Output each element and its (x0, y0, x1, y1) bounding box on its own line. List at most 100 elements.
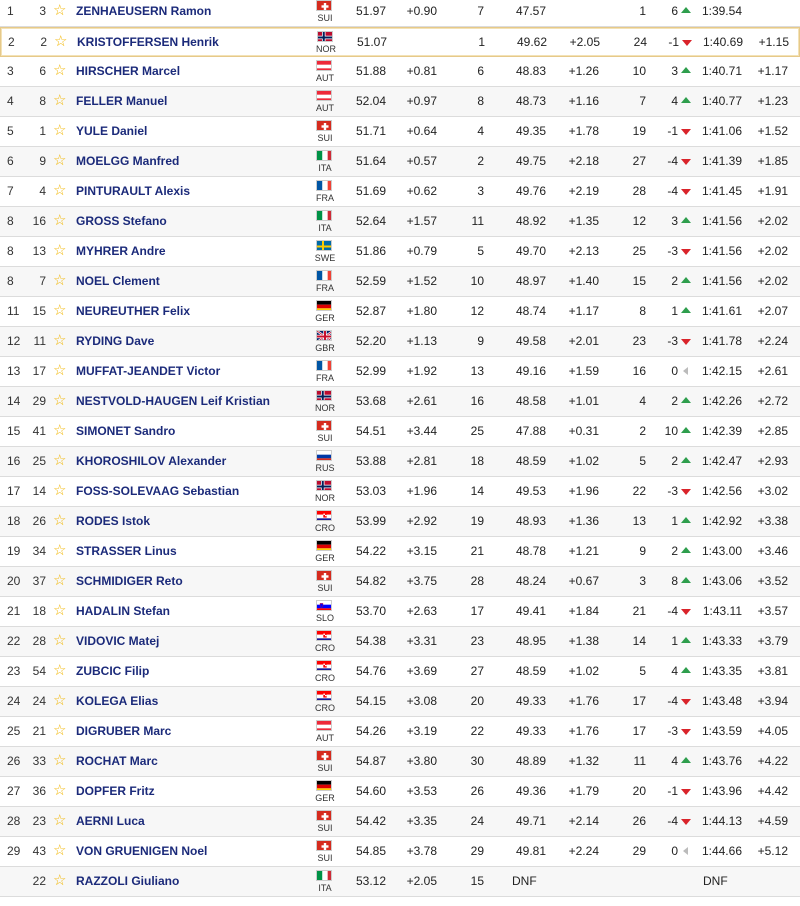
star-icon[interactable]: ☆ (53, 387, 69, 416)
star-icon[interactable]: ☆ (53, 687, 69, 716)
athlete-name-link[interactable]: VON GRUENIGEN Noel (76, 837, 207, 866)
athlete-name-link[interactable]: RYDING Dave (76, 327, 154, 356)
athlete-name-link[interactable]: VIDOVIC Matej (76, 627, 159, 656)
table-row[interactable]: 29 43 VON GRUENIGEN Noel 54.85 +3.78 29 49.81 +… (0, 837, 800, 867)
star-icon[interactable]: ☆ (53, 297, 69, 326)
star-icon[interactable]: ☆ (53, 657, 69, 686)
athlete-name-link[interactable]: PINTURAULT Alexis (76, 177, 190, 206)
table-row[interactable]: 26 33 ROCHAT Marc 54.87 +3.80 30 48.89 +1.32 11 4… (0, 747, 800, 777)
star-icon[interactable]: ☆ (53, 717, 69, 746)
star-icon[interactable]: ☆ (53, 627, 69, 656)
table-row[interactable]: 19 34 STRASSER Linus 54.22 +3.15 21 48.78 +1.21… (0, 537, 800, 567)
nation-code: NOR (315, 493, 335, 503)
table-row[interactable]: 8 16 GROSS Stefano 52.64 +1.57 11 48.92 +1.35 12… (0, 207, 800, 237)
athlete-name-link[interactable]: ZENHAEUSERN Ramon (76, 0, 211, 26)
star-icon[interactable]: ☆ (53, 807, 69, 836)
star-icon[interactable]: ☆ (53, 87, 69, 116)
athlete-name-link[interactable]: DIGRUBER Marc (76, 717, 171, 746)
run1-diff (396, 28, 438, 57)
star-icon[interactable]: ☆ (53, 447, 69, 476)
table-row[interactable]: 8 7 NOEL Clement 52.59 +1.52 10 48.97 +1.40 15 2 1… (0, 267, 800, 297)
athlete-name-link[interactable]: KRISTOFFERSEN Henrik (77, 28, 219, 57)
table-row[interactable]: 22 RAZZOLI Giuliano 53.12 +2.05 15 DNF DNF ☆ ITA (0, 867, 800, 897)
athlete-name-link[interactable]: ROCHAT Marc (76, 747, 158, 776)
table-row[interactable]: 22 28 VIDOVIC Matej 54.38 +3.31 23 48.95 +1.38 1… (0, 627, 800, 657)
athlete-name-link[interactable]: DOPFER Fritz (76, 777, 155, 806)
table-row[interactable]: 8 13 MYHRER Andre 51.86 +0.79 5 49.70 +2.13 25 -3… (0, 237, 800, 267)
star-icon[interactable]: ☆ (53, 417, 69, 446)
star-icon[interactable]: ☆ (53, 117, 69, 146)
table-row[interactable]: 27 36 DOPFER Fritz 54.60 +3.53 26 49.36 +1.79 20… (0, 777, 800, 807)
athlete-name-link[interactable]: MYHRER Andre (76, 237, 166, 266)
star-icon[interactable]: ☆ (53, 477, 69, 506)
athlete-name-link[interactable]: RODES Istok (76, 507, 150, 536)
table-row[interactable]: 3 6 HIRSCHER Marcel 51.88 +0.81 6 48.83 +1.26 10… (0, 57, 800, 87)
table-row[interactable]: 28 23 AERNI Luca 54.42 +3.35 24 49.71 +2.14 26 -4… (0, 807, 800, 837)
athlete-name-link[interactable]: HIRSCHER Marcel (76, 57, 180, 86)
star-icon[interactable]: ☆ (53, 237, 69, 266)
table-row[interactable]: 20 37 SCHMIDIGER Reto 54.82 +3.75 28 48.24 +0.6… (0, 567, 800, 597)
athlete-name-link[interactable]: RAZZOLI Giuliano (76, 867, 179, 896)
table-row[interactable]: 14 29 NESTVOLD-HAUGEN Leif Kristian 53.68 +2… (0, 387, 800, 417)
table-row[interactable]: 13 17 MUFFAT-JEANDET Victor 52.99 +1.92 13 49.… (0, 357, 800, 387)
star-icon[interactable]: ☆ (53, 357, 69, 386)
athlete-name-link[interactable]: HADALIN Stefan (76, 597, 170, 626)
star-icon[interactable]: ☆ (53, 147, 69, 176)
athlete-name-link[interactable]: MOELGG Manfred (76, 147, 179, 176)
star-icon[interactable]: ☆ (53, 327, 69, 356)
table-row[interactable]: 15 41 SIMONET Sandro 54.51 +3.44 25 47.88 +0.31… (0, 417, 800, 447)
table-row[interactable]: 1 3 ZENHAEUSERN Ramon 51.97 +0.90 7 47.57 1 6 1:3… (0, 0, 800, 27)
star-icon[interactable]: ☆ (53, 597, 69, 626)
athlete-name-link[interactable]: SCHMIDIGER Reto (76, 567, 183, 596)
flag-sui-icon (316, 420, 334, 432)
athlete-name-link[interactable]: KOLEGA Elias (76, 687, 158, 716)
star-icon[interactable]: ☆ (53, 177, 69, 206)
table-row[interactable]: 11 15 NEUREUTHER Felix 52.87 +1.80 12 48.74 +1.… (0, 297, 800, 327)
star-icon[interactable]: ☆ (53, 207, 69, 236)
table-row[interactable]: 2 2 KRISTOFFERSEN Henrik 51.07 1 49.62 +2.05 24… (0, 27, 800, 57)
table-row[interactable]: 24 24 KOLEGA Elias 54.15 +3.08 20 49.33 +1.76 17… (0, 687, 800, 717)
table-row[interactable]: 25 21 DIGRUBER Marc 54.26 +3.19 22 49.33 +1.76 1… (0, 717, 800, 747)
star-icon[interactable]: ☆ (53, 837, 69, 866)
table-row[interactable]: 4 8 FELLER Manuel 52.04 +0.97 8 48.73 +1.16 7 4 1:… (0, 87, 800, 117)
table-row[interactable]: 12 11 RYDING Dave 52.20 +1.13 9 49.58 +2.01 23 -3… (0, 327, 800, 357)
star-icon[interactable]: ☆ (54, 28, 70, 57)
star-icon[interactable]: ☆ (53, 867, 69, 896)
table-row[interactable]: 7 4 PINTURAULT Alexis 51.69 +0.62 3 49.76 +2.19… (0, 177, 800, 207)
star-icon[interactable]: ☆ (53, 507, 69, 536)
athlete-name-link[interactable]: FELLER Manuel (76, 87, 167, 116)
position-change: -1 (667, 124, 678, 138)
table-row[interactable]: 17 14 FOSS-SOLEVAAG Sebastian 53.03 +1.96 14 4… (0, 477, 800, 507)
rank-cell: 17 (7, 484, 21, 498)
table-row[interactable]: 23 54 ZUBCIC Filip 54.76 +3.69 27 48.59 +1.02 5 4… (0, 657, 800, 687)
table-row[interactable]: 16 25 KHOROSHILOV Alexander 53.88 +2.81 18 48.… (0, 447, 800, 477)
rank-cell: 3 (7, 64, 14, 78)
athlete-name-link[interactable]: NOEL Clement (76, 267, 160, 296)
star-icon[interactable]: ☆ (53, 57, 69, 86)
athlete-name-link[interactable]: AERNI Luca (76, 807, 145, 836)
run1-diff: +1.96 (406, 484, 437, 498)
star-icon[interactable]: ☆ (53, 747, 69, 776)
star-icon[interactable]: ☆ (53, 0, 69, 26)
table-row[interactable]: 6 9 MOELGG Manfred 51.64 +0.57 2 49.75 +2.18 27 -… (0, 147, 800, 177)
athlete-name-link[interactable]: NESTVOLD-HAUGEN Leif Kristian (76, 387, 270, 416)
athlete-name-link[interactable]: MUFFAT-JEANDET Victor (76, 357, 220, 386)
star-icon[interactable]: ☆ (53, 537, 69, 566)
run1-time: 53.88 (355, 454, 386, 468)
table-row[interactable]: 21 18 HADALIN Stefan 53.70 +2.63 17 49.41 +1.84… (0, 597, 800, 627)
table-row[interactable]: 5 1 YULE Daniel 51.71 +0.64 4 49.35 +1.78 19 -1 1:… (0, 117, 800, 147)
athlete-name-link[interactable]: ZUBCIC Filip (76, 657, 149, 686)
flag-cro-icon (316, 690, 334, 702)
athlete-name-link[interactable]: STRASSER Linus (76, 537, 177, 566)
athlete-name-link[interactable]: FOSS-SOLEVAAG Sebastian (76, 477, 239, 506)
run2-time: 49.81 (515, 844, 546, 858)
athlete-name-link[interactable]: SIMONET Sandro (76, 417, 175, 446)
athlete-name-link[interactable]: GROSS Stefano (76, 207, 167, 236)
table-row[interactable]: 18 26 RODES Istok 53.99 +2.92 19 48.93 +1.36 13 1… (0, 507, 800, 537)
star-icon[interactable]: ☆ (53, 777, 69, 806)
athlete-name-link[interactable]: NEUREUTHER Felix (76, 297, 190, 326)
star-icon[interactable]: ☆ (53, 267, 69, 296)
athlete-name-link[interactable]: YULE Daniel (76, 117, 147, 146)
star-icon[interactable]: ☆ (53, 567, 69, 596)
athlete-name-link[interactable]: KHOROSHILOV Alexander (76, 447, 226, 476)
